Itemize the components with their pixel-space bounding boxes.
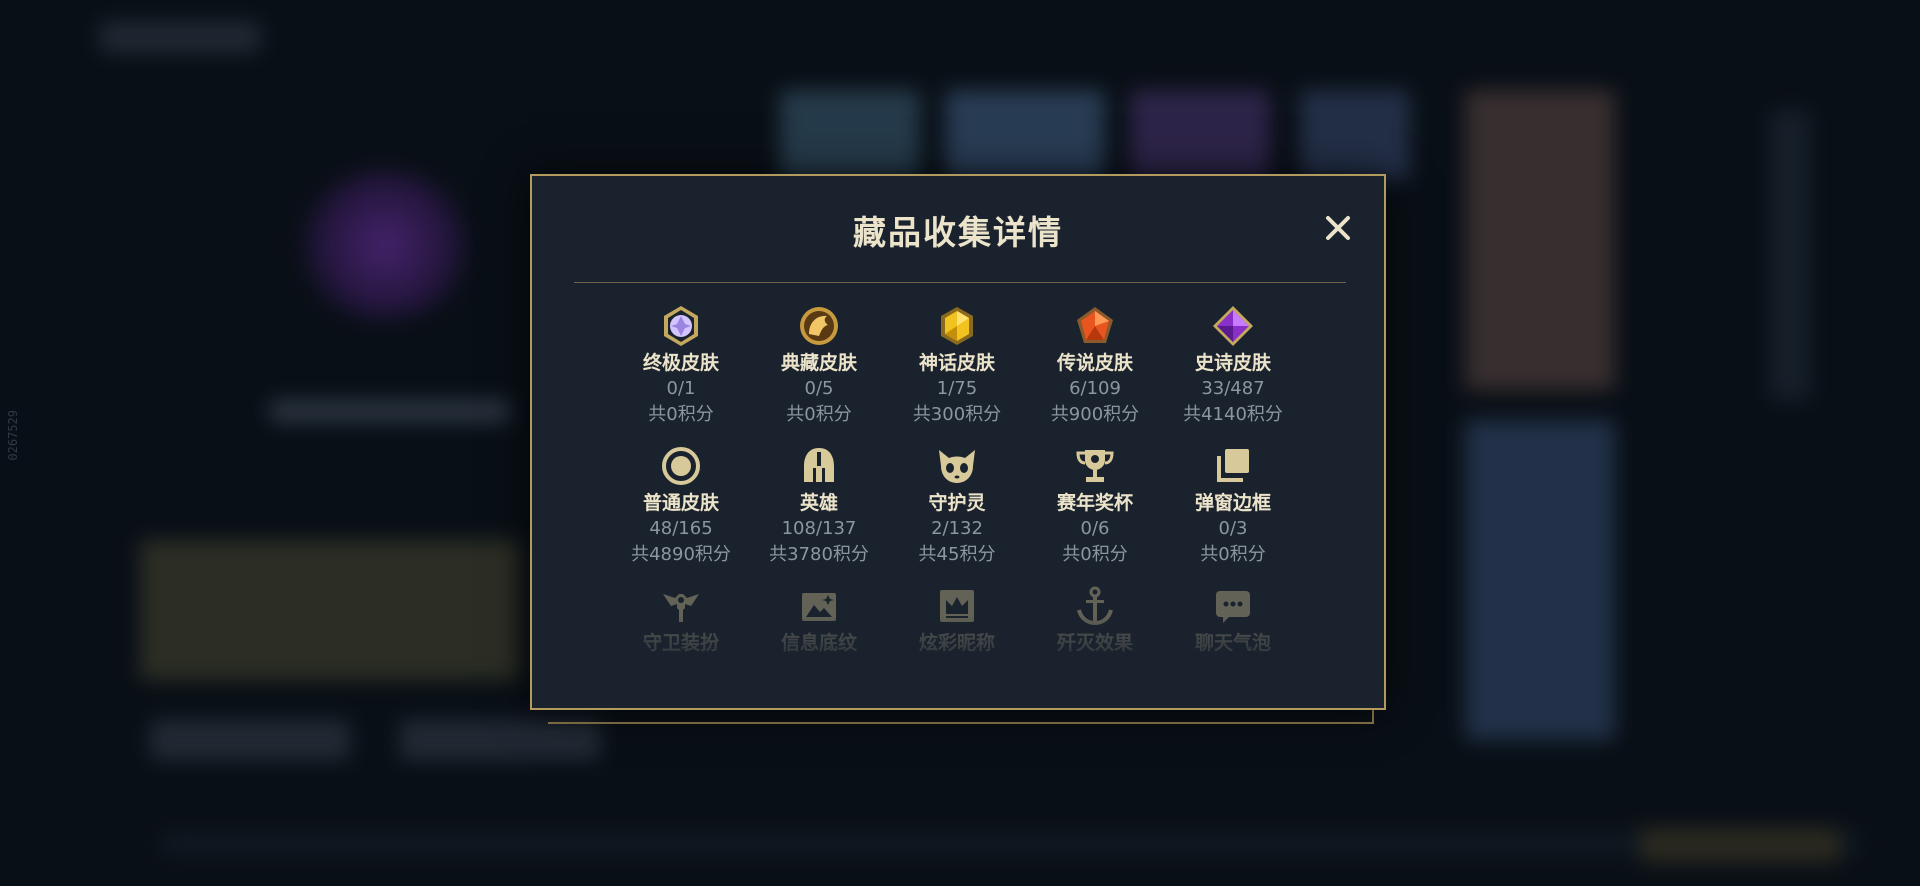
item-count: 6/109 [1069,378,1121,399]
item-count: 1/75 [936,378,978,399]
item-points: 共4890积分 [631,544,731,565]
item-label: 英雄 [799,492,838,514]
item-points: 共0积分 [1062,544,1128,565]
standard-skin-icon [658,444,704,488]
finisher-anchor-icon [1072,584,1118,628]
close-icon [1326,216,1350,240]
item-count: 33/487 [1201,378,1265,399]
mythic-skin-icon [934,304,980,348]
item-count: 48/165 [649,518,713,539]
item-label: 信息底纹 [780,632,857,654]
modal-title: 藏品收集详情 [853,213,1063,252]
item-count: 0/3 [1218,518,1248,539]
item-label: 炫彩昵称 [918,632,995,654]
collection-item-popup-frame[interactable]: 弹窗边框 0/3 共0积分 [1164,444,1302,565]
item-points: 共0积分 [1200,544,1266,565]
collection-item-legendary-skin[interactable]: 传说皮肤 6/109 共900积分 [1026,304,1164,425]
item-count: 0/6 [1080,518,1110,539]
item-points: 共900积分 [1050,404,1140,425]
collection-item-mythic-skin[interactable]: 神话皮肤 1/75 共300积分 [888,304,1026,425]
ward-skin-icon [658,584,704,628]
prestige-skin-icon [796,304,842,348]
item-points: 共45积分 [918,544,996,565]
item-points: 共0积分 [786,404,852,425]
nickname-crown-icon [934,584,980,628]
item-label: 传说皮肤 [1056,352,1133,374]
item-label: 守护灵 [928,492,986,514]
companion-icon [934,444,980,488]
trophy-icon [1072,444,1118,488]
chat-bubble-icon [1210,584,1256,628]
collection-item-companion[interactable]: 守护灵 2/132 共45积分 [888,444,1026,565]
collection-item-epic-skin[interactable]: 史诗皮肤 33/487 共4140积分 [1164,304,1302,425]
item-count: 2/132 [931,518,983,539]
collection-grid: 终极皮肤 0/1 共0积分 典藏皮肤 0/5 共0积分 神话皮肤 1/75 共3… [612,304,1302,654]
legendary-skin-icon [1072,304,1118,348]
title-divider [574,282,1346,283]
item-label: 终极皮肤 [642,352,719,374]
item-points: 共0积分 [648,404,714,425]
item-label: 聊天气泡 [1194,632,1271,654]
collection-item-standard-skin[interactable]: 普通皮肤 48/165 共4890积分 [612,444,750,565]
item-label: 普通皮肤 [642,492,719,514]
item-label: 神话皮肤 [918,352,995,374]
item-points: 共3780积分 [769,544,869,565]
item-label: 典藏皮肤 [780,352,857,374]
item-count: 0/1 [666,378,696,399]
collection-item-chat-bubble[interactable]: 聊天气泡 [1164,584,1302,654]
collection-item-finisher-effect[interactable]: 歼灭效果 [1026,584,1164,654]
collection-item-banner[interactable]: 信息底纹 [750,584,888,654]
item-label: 歼灭效果 [1056,632,1133,654]
collection-item-prestige-skin[interactable]: 典藏皮肤 0/5 共0积分 [750,304,888,425]
collection-item-ultimate-skin[interactable]: 终极皮肤 0/1 共0积分 [612,304,750,425]
close-button[interactable] [1322,212,1354,244]
item-label: 赛年奖杯 [1056,492,1133,514]
collection-item-season-trophy[interactable]: 赛年奖杯 0/6 共0积分 [1026,444,1164,565]
item-points: 共4140积分 [1183,404,1283,425]
banner-icon [796,584,842,628]
item-label: 史诗皮肤 [1194,352,1271,374]
collection-item-colored-nickname[interactable]: 炫彩昵称 [888,584,1026,654]
ultimate-skin-icon [658,304,704,348]
epic-skin-icon [1210,304,1256,348]
item-label: 弹窗边框 [1194,492,1271,514]
popup-frame-icon [1210,444,1256,488]
item-points: 共300积分 [912,404,1002,425]
champion-helmet-icon [796,444,842,488]
collection-details-modal: 藏品收集详情 终极皮肤 0/1 共0积分 典藏皮肤 0/5 共0积分 神话皮肤 … [530,174,1386,710]
collection-item-champion[interactable]: 英雄 108/137 共3780积分 [750,444,888,565]
item-count: 0/5 [804,378,834,399]
item-count: 108/137 [781,518,857,539]
item-label: 守卫装扮 [642,632,719,654]
collection-item-ward-skin[interactable]: 守卫装扮 [612,584,750,654]
